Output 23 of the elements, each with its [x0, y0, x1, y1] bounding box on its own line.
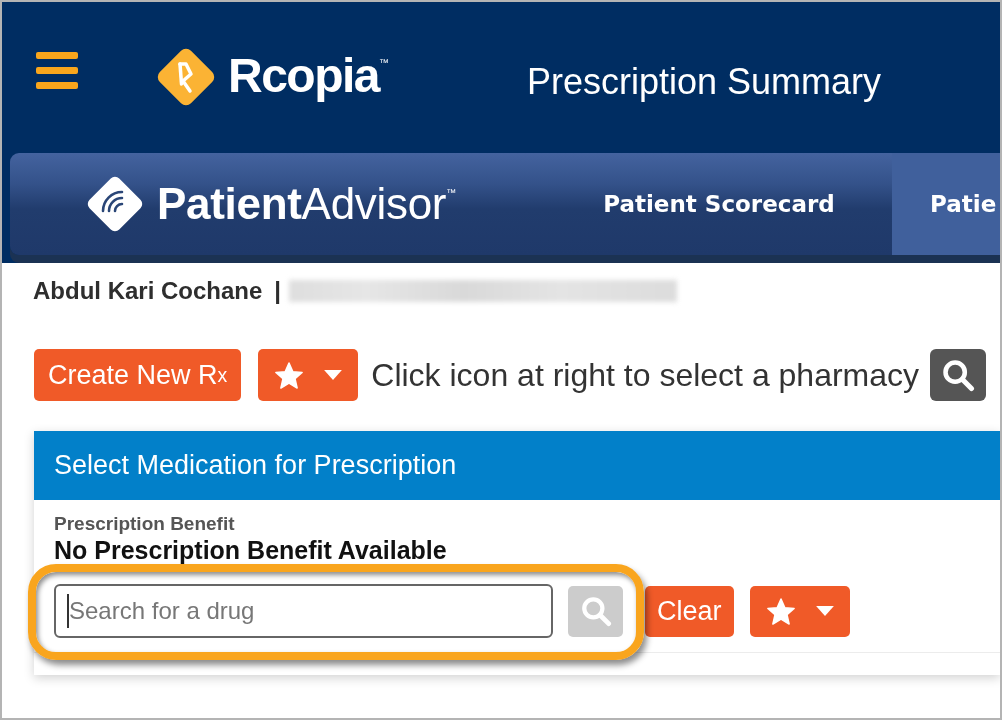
favorites-dropdown-button[interactable] [258, 349, 359, 401]
caret-icon [815, 606, 834, 616]
logo-text: PatientAdvisor$^{™}$ [157, 182, 457, 226]
menu-icon[interactable] [36, 52, 78, 89]
favorites-dropdown-button[interactable] [749, 585, 850, 637]
nav-tab[interactable]: Patient Scorecard [546, 153, 892, 255]
page-title: Prescription Summary [527, 64, 882, 100]
pharmacy-search-button[interactable] [930, 349, 987, 401]
benefit-label: Prescription Benefit [54, 512, 236, 536]
pharmacy-hint: Click icon at right to select a pharmacy [371, 356, 920, 395]
panel-title: Select Medication for Prescription [34, 431, 1000, 500]
search-icon [579, 595, 612, 627]
star-icon [765, 596, 796, 626]
logo-text: Rcopia$^{™}$ [228, 52, 390, 100]
patient-name: Abdul Kari Cochane [33, 276, 263, 306]
search-icon [941, 358, 976, 392]
benefit-status: No Prescription Benefit Available [54, 536, 448, 564]
clear-button[interactable]: Clear [645, 585, 734, 637]
caret-icon [324, 370, 343, 380]
star-icon [274, 360, 305, 390]
nav-tab[interactable]: Patie [892, 153, 1000, 255]
search-field[interactable]: Search for a drug [54, 584, 553, 638]
separator-text: | [274, 276, 282, 306]
